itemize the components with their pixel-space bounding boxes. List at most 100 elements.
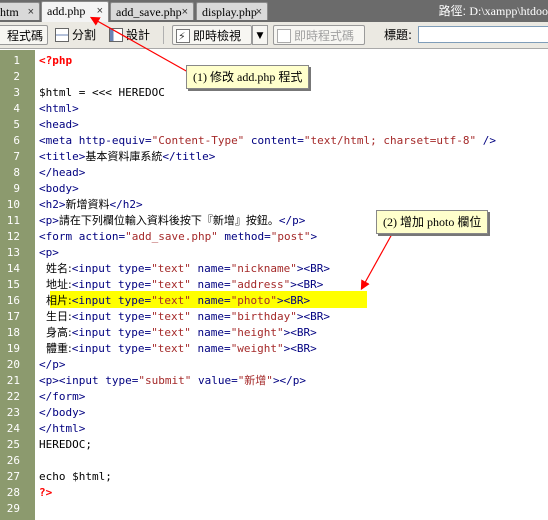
code-line[interactable]: 28 ?> (0, 485, 548, 501)
code-line[interactable]: 20 </p> (0, 357, 548, 373)
code-token: </html> (39, 422, 86, 435)
tab-htm[interactable]: htm × (0, 2, 40, 20)
close-icon[interactable]: × (182, 3, 188, 21)
code-token: <input type= (71, 262, 152, 275)
lightning-icon (176, 27, 190, 47)
code-line[interactable]: 18 身高:<input type="text" name="height"><… (0, 325, 548, 341)
line-number: 3 (13, 86, 20, 99)
code-token: "nickname" (230, 262, 297, 275)
code-token: </title> (162, 150, 216, 163)
code-token: "height" (230, 326, 284, 339)
line-number: 26 (6, 454, 20, 467)
code-line[interactable]: 8 </head> (0, 165, 548, 181)
code-line[interactable]: 21 <p><input type="submit" value="新增"></p… (0, 373, 548, 389)
code-token: "text" (151, 342, 191, 355)
tab-label: display.php (202, 5, 257, 19)
code-line[interactable]: 5 <head> (0, 117, 548, 133)
code-text: <html> (39, 101, 79, 117)
code-line[interactable]: 7 <title>基本資料庫系統</title> (0, 149, 548, 165)
line-number: 19 (6, 342, 20, 355)
code-token: ><BR> (296, 310, 331, 323)
title-input[interactable] (418, 26, 548, 43)
code-token: name= (190, 326, 231, 339)
code-text: <p> (39, 245, 59, 261)
code-token: </h2> (109, 198, 143, 211)
design-view-button[interactable]: 設計 (106, 25, 158, 45)
code-text: <h2>新增資料</h2> (39, 197, 143, 213)
code-line[interactable]: 15 地址:<input type="text" name="address">… (0, 277, 548, 293)
code-view-button[interactable]: 程式碼 (0, 25, 48, 45)
code-token: "add_save.php" (125, 230, 218, 243)
code-token: "text/html; charset=utf-8" (303, 134, 477, 147)
live-view-dropdown[interactable]: ▼ (252, 25, 268, 45)
code-token: ><BR> (296, 262, 331, 275)
code-token: HEREDOC; (39, 438, 92, 451)
code-token: 基本資料庫系統 (85, 150, 163, 163)
code-text: 體重:<input type="text" name="weight"><BR> (39, 341, 317, 357)
code-line[interactable]: 25 HEREDOC; (0, 437, 548, 453)
close-icon[interactable]: × (28, 3, 34, 21)
code-line[interactable]: 23 </body> (0, 405, 548, 421)
document-toolbar: 程式碼 分割 設計 即時檢視 ▼ 即時程式碼 標題: (0, 22, 548, 49)
document-tab-bar: htm × add.php × add_save.php × display.p… (0, 0, 548, 22)
code-line[interactable]: 13 <p> (0, 245, 548, 261)
code-line[interactable]: 16 相片:<input type="text" name="photo"><B… (0, 293, 548, 309)
code-token: ><BR> (283, 326, 317, 339)
line-number: 5 (13, 118, 20, 131)
line-number: 29 (6, 502, 20, 515)
code-token: <body> (39, 182, 79, 195)
live-code-button[interactable]: 即時程式碼 (273, 25, 365, 45)
close-icon[interactable]: × (97, 2, 103, 20)
code-line[interactable]: 19 體重:<input type="text" name="weight"><… (0, 341, 548, 357)
code-line[interactable]: 4 <html> (0, 101, 548, 117)
code-line[interactable]: 26 (0, 453, 548, 469)
code-line[interactable]: 17 生日:<input type="text" name="birthday"… (0, 309, 548, 325)
line-number: 25 (6, 438, 20, 451)
code-token: 姓名: (39, 262, 72, 275)
code-text: 相片:<input type="text" name="photo"><BR> (39, 293, 310, 309)
code-line[interactable]: 29 (0, 501, 548, 517)
line-number: 10 (6, 198, 20, 211)
code-text: <head> (39, 117, 79, 133)
code-text: 姓名:<input type="text" name="nickname"><B… (39, 261, 330, 277)
code-line[interactable]: 27 echo $html; (0, 469, 548, 485)
code-text: <body> (39, 181, 79, 197)
line-number: 21 (6, 374, 20, 387)
tab-add-php[interactable]: add.php × (41, 1, 109, 22)
code-token: <meta http-equiv= (39, 134, 152, 147)
split-view-icon (55, 28, 69, 42)
code-line[interactable]: 6 <meta http-equiv="Content-Type" content… (0, 133, 548, 149)
code-line[interactable]: 9 <body> (0, 181, 548, 197)
code-token: "Content-Type" (151, 134, 245, 147)
code-token: <form action= (39, 230, 126, 243)
split-view-button[interactable]: 分割 (52, 25, 104, 45)
tab-add-save-php[interactable]: add_save.php × (110, 2, 194, 20)
live-view-button[interactable]: 即時檢視 (172, 25, 252, 47)
line-number: 18 (6, 326, 20, 339)
code-text: </form> (39, 389, 85, 405)
code-line[interactable]: 22 </form> (0, 389, 548, 405)
code-line[interactable]: 14 姓名:<input type="text" name="nickname"… (0, 261, 548, 277)
code-token: content= (244, 134, 304, 147)
code-line[interactable]: 24 </html> (0, 421, 548, 437)
line-number: 14 (6, 262, 20, 275)
code-token: "text" (151, 310, 191, 323)
code-token: name= (190, 310, 231, 323)
title-label: 標題: (384, 25, 416, 45)
title-label-text: 標題: (384, 28, 413, 42)
tab-display-php[interactable]: display.php × (196, 2, 268, 20)
code-token: 生日: (39, 310, 72, 323)
line-number: 15 (6, 278, 20, 291)
code-text: </html> (39, 421, 85, 437)
live-code-label: 即時程式碼 (294, 29, 355, 43)
line-number: 9 (13, 182, 20, 195)
document-path: 路徑: D:\xampp\htdoo (439, 0, 548, 22)
close-icon[interactable]: × (256, 3, 262, 21)
code-token: name= (190, 262, 231, 275)
code-token: "weight" (230, 342, 284, 355)
code-token: name= (190, 294, 231, 307)
code-token: "birthday" (230, 310, 297, 323)
code-text: <form action="add_save.php" method="post… (39, 229, 317, 245)
code-token: ?> (39, 486, 53, 499)
code-token: <html> (39, 102, 79, 115)
